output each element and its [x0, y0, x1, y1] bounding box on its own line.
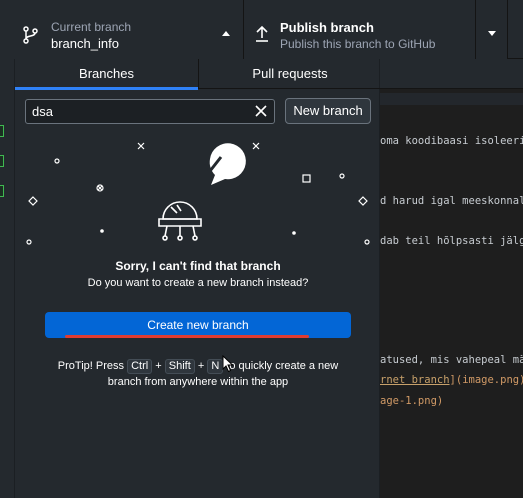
close-icon[interactable] [254, 104, 268, 118]
empty-state-subtitle: Do you want to create a new branch inste… [87, 277, 309, 289]
diff-view: oma koodibaasi isoleeri d harud igal mee… [380, 59, 523, 498]
tab-branches[interactable]: Branches [15, 59, 198, 90]
publish-branch-subtitle: Publish this branch to GitHub [280, 37, 436, 51]
chevron-up-icon [222, 31, 230, 36]
current-branch-label: Current branch [51, 20, 132, 34]
publish-dropdown-button[interactable] [476, 0, 508, 59]
protip-suffix: to quickly create a new [226, 360, 339, 372]
branch-tabs: Branches Pull requests [15, 59, 381, 90]
publish-branch-button[interactable]: Publish branch Publish this branch to Gi… [244, 0, 476, 59]
branch-popover: Branches Pull requests dsa New branch So… [14, 59, 381, 498]
kbd-plus: + [155, 360, 162, 372]
code-link-text: rnet branch [380, 374, 450, 386]
diff-header [380, 59, 523, 89]
kbd-plus: + [197, 360, 205, 372]
current-branch-value: branch_info [51, 36, 119, 51]
kbd-n: N [207, 359, 224, 374]
protip-prefix: ProTip! Press [57, 360, 124, 372]
file-checkbox[interactable] [0, 185, 4, 197]
new-branch-button[interactable]: New branch [285, 98, 371, 124]
code-line: age-1.png) [380, 395, 444, 407]
check-bubble-icon [202, 143, 246, 185]
git-branch-icon [23, 26, 38, 44]
kbd-shift: Shift [164, 359, 195, 374]
current-branch-button[interactable]: Current branch branch_info [0, 0, 244, 59]
code-line: rnet branch](image.png) [380, 374, 523, 386]
branch-filter-input[interactable]: dsa [25, 99, 275, 124]
mouse-cursor-icon [222, 355, 234, 373]
code-line: atused, mis vahepeal mä [380, 354, 523, 366]
diff-hunk-header [380, 93, 523, 105]
code-line: d harud igal meeskonnali [380, 195, 523, 207]
branch-filter-value: dsa [32, 104, 53, 119]
file-checkbox[interactable] [0, 155, 4, 167]
github-desktop-window: Current branch branch_info Publish branc… [0, 0, 523, 498]
upload-icon [256, 25, 268, 42]
empty-state-title: Sorry, I can't find that branch [115, 259, 281, 273]
protip-line2: branch from anywhere within the app [107, 376, 289, 388]
sparkle-icons [26, 142, 370, 245]
empty-state-illustration [26, 142, 370, 245]
toolbar: Current branch branch_info Publish branc… [0, 0, 523, 59]
changes-sidebar [0, 59, 14, 498]
search-robot-icon [158, 201, 202, 241]
code-line: oma koodibaasi isoleeri [380, 135, 523, 147]
file-checkbox[interactable] [0, 125, 4, 137]
toolbar-filler [508, 0, 523, 58]
annotation-underline [65, 335, 309, 338]
chevron-down-icon [488, 31, 496, 36]
code-line: dab teil hõlpsasti jälgi [380, 235, 523, 247]
kbd-ctrl: Ctrl [127, 359, 153, 374]
tab-pull-requests[interactable]: Pull requests [198, 59, 381, 89]
code-link-suffix: ](image.png) [449, 374, 523, 386]
publish-branch-title: Publish branch [280, 20, 374, 35]
protip-text: ProTip! Press Ctrl + Shift + N to quickl… [15, 358, 381, 390]
